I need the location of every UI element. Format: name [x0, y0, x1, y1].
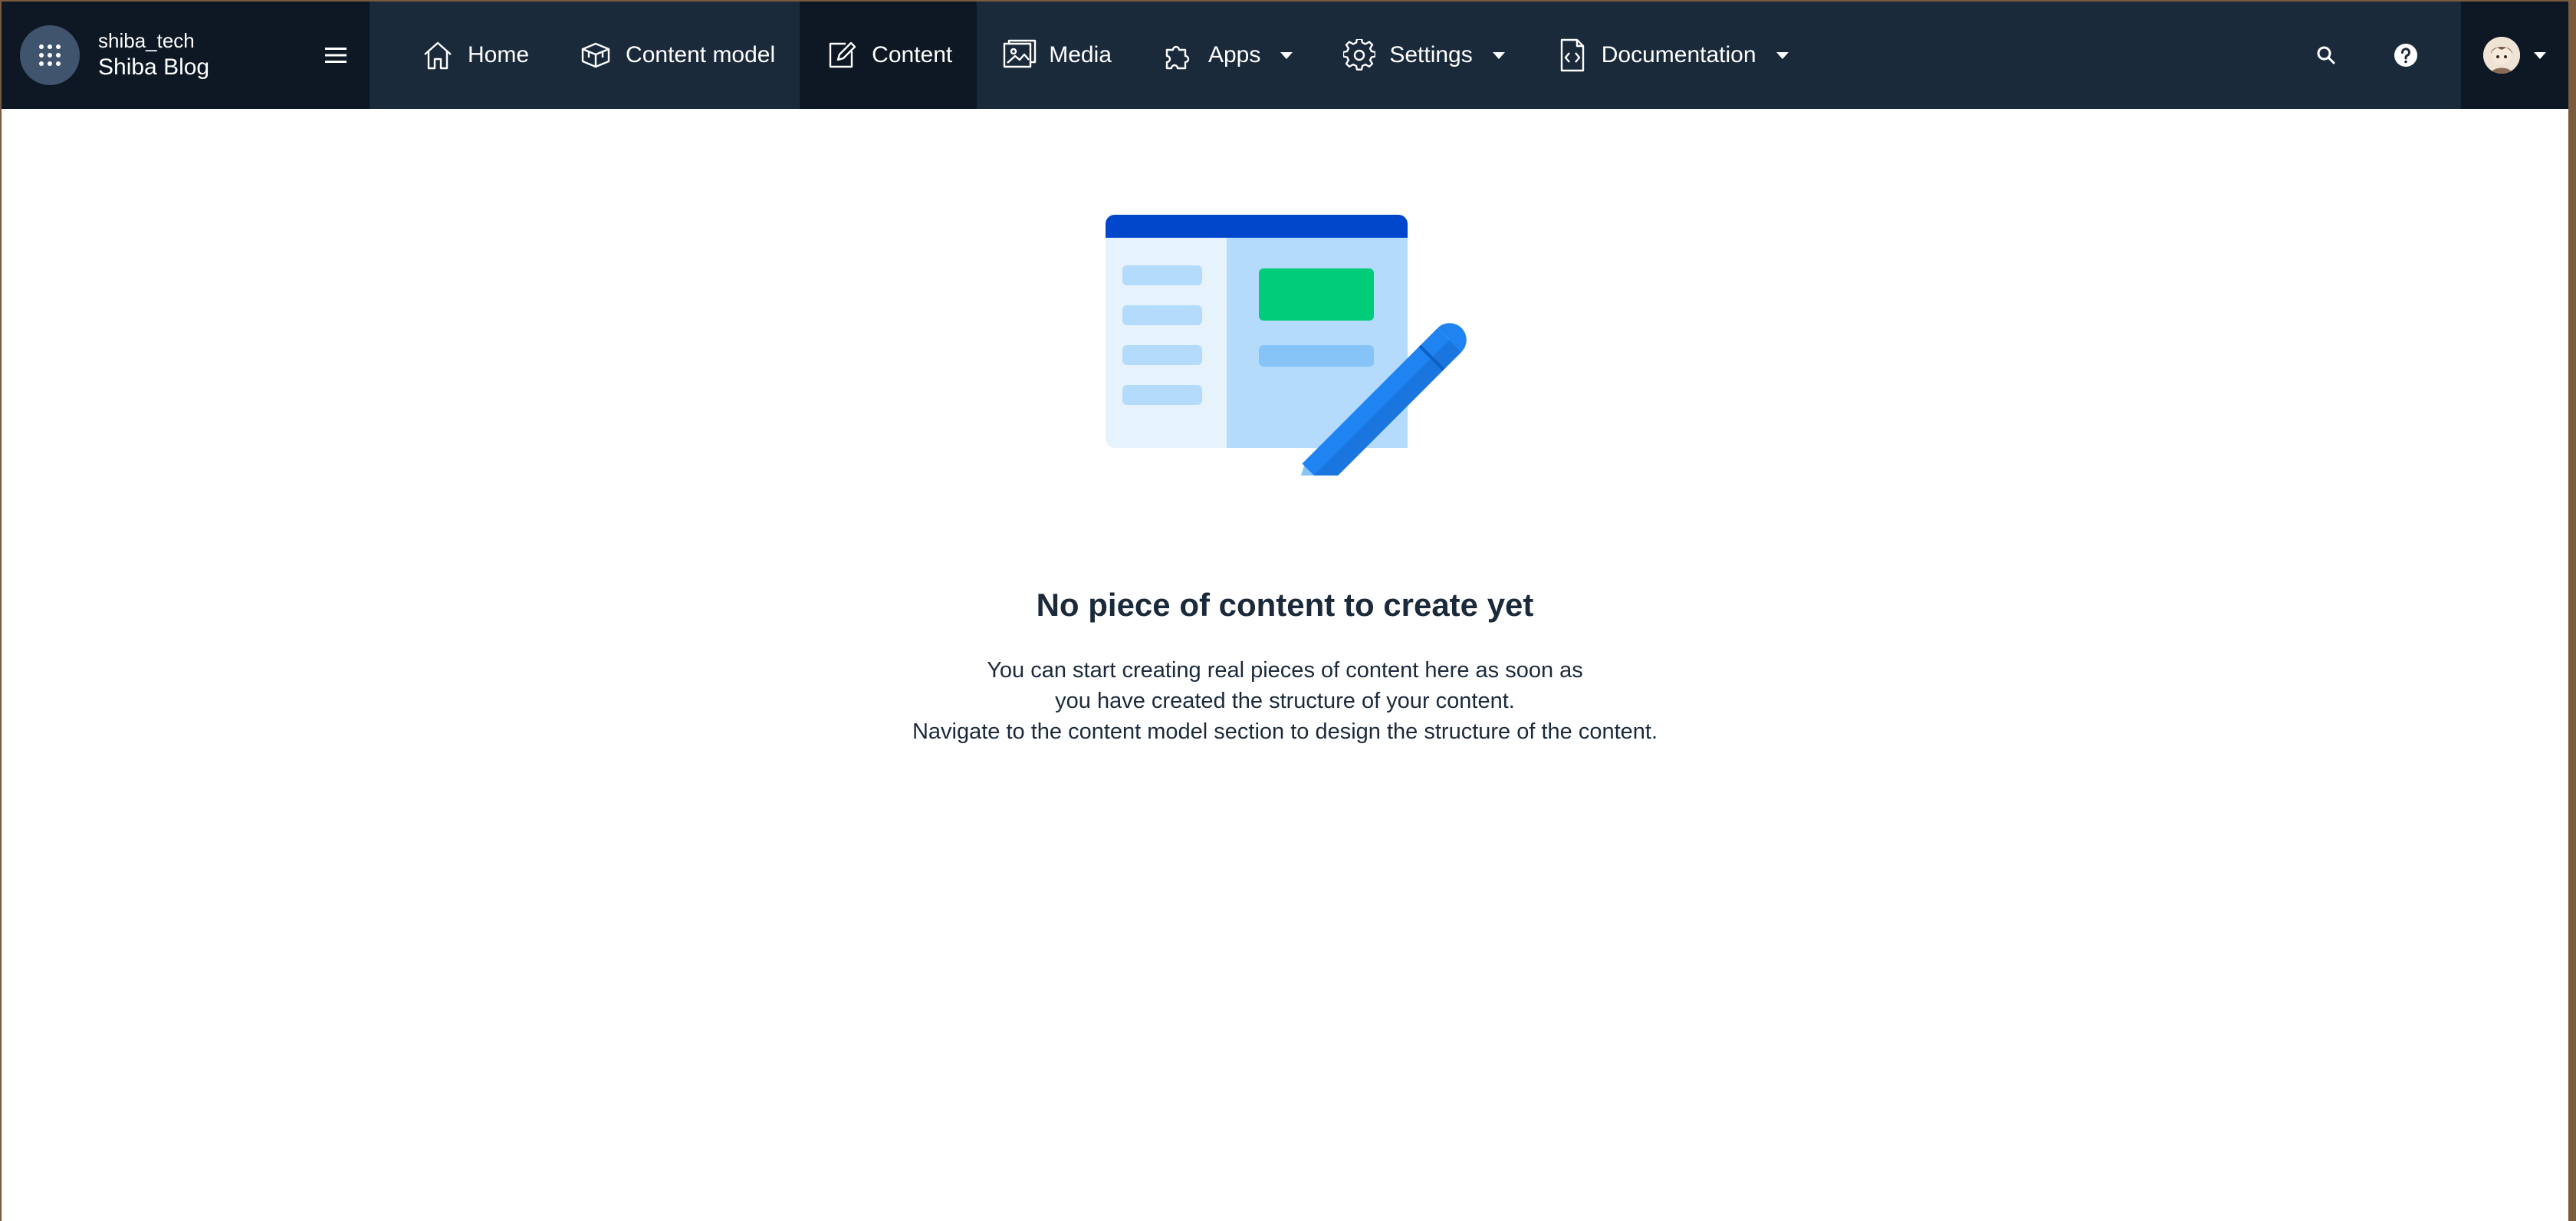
help-icon: [2394, 44, 2417, 67]
help-button[interactable]: [2366, 2, 2446, 109]
nav-item-label: Documentation: [1601, 42, 1756, 67]
nav-item-apps[interactable]: Apps: [1136, 2, 1317, 109]
puzzle-icon: [1161, 38, 1196, 73]
nav-item-settings[interactable]: Settings: [1317, 2, 1529, 109]
chevron-down-icon: [1280, 51, 1293, 59]
search-button[interactable]: [2286, 2, 2366, 109]
content-illustration: [1106, 215, 1467, 476]
top-navigation-bar: shiba_tech Shiba Blog Home Content model…: [2, 2, 2568, 109]
app-window: shiba_tech Shiba Blog Home Content model…: [2, 2, 2568, 1221]
search-icon: [2317, 46, 2335, 64]
app-switcher-button[interactable]: [20, 25, 80, 85]
avatar: [2483, 37, 2520, 74]
chevron-down-icon: [2534, 51, 2546, 59]
gear-icon: [1342, 38, 1377, 73]
nav-item-label: Apps: [1208, 42, 1261, 67]
empty-state-title: No piece of content to create yet: [1036, 587, 1534, 623]
toolbar: [2286, 2, 2568, 109]
nav-item-content-model[interactable]: Content model: [554, 2, 800, 109]
nav-item-content[interactable]: Content: [800, 2, 978, 109]
org-name: shiba_tech: [98, 29, 195, 52]
code-document-icon: [1554, 38, 1589, 73]
main-navigation: Home Content model Content Media Apps Se…: [370, 2, 2286, 109]
media-icon: [1001, 38, 1037, 73]
empty-state-description-line: you have created the structure of your c…: [1055, 689, 1515, 713]
empty-state-description: You can start creating real pieces of co…: [2, 655, 2568, 747]
hamburger-menu-button[interactable]: [320, 40, 351, 71]
account-menu[interactable]: [2461, 2, 2568, 109]
nav-item-label: Media: [1049, 42, 1112, 67]
nav-item-home[interactable]: Home: [396, 2, 554, 109]
content-model-icon: [578, 38, 613, 73]
empty-state-description-line: Navigate to the content model section to…: [912, 719, 1658, 744]
space-info: shiba_tech Shiba Blog: [98, 28, 209, 82]
home-icon: [420, 38, 455, 73]
space-name: Shiba Blog: [98, 54, 210, 80]
nav-item-label: Home: [468, 42, 530, 67]
space-selector[interactable]: shiba_tech Shiba Blog: [2, 2, 370, 109]
content-empty-state: No piece of content to create yet You ca…: [2, 109, 2568, 1221]
nav-item-label: Content: [872, 42, 953, 67]
content-edit-icon: [824, 38, 859, 73]
nav-item-label: Content model: [626, 42, 776, 67]
nav-item-documentation[interactable]: Documentation: [1530, 2, 1813, 109]
nav-item-media[interactable]: Media: [977, 2, 1136, 109]
chevron-down-icon: [1776, 51, 1789, 59]
hamburger-icon: [325, 48, 347, 63]
chevron-down-icon: [1492, 51, 1505, 59]
grid-dots-icon: [39, 44, 61, 66]
empty-state-description-line: You can start creating real pieces of co…: [987, 658, 1583, 683]
nav-item-label: Settings: [1389, 42, 1473, 67]
